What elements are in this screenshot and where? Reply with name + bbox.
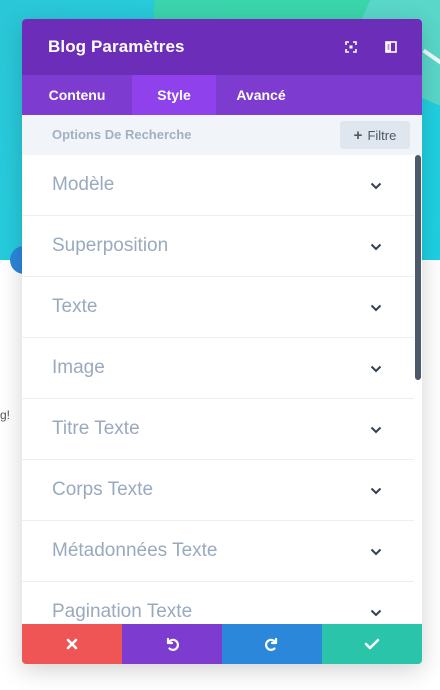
option-group-corps-texte[interactable]: Corps Texte xyxy=(22,460,414,521)
tab-style[interactable]: Style xyxy=(132,75,216,115)
chevron-down-icon xyxy=(370,243,382,251)
filter-button[interactable]: + Filtre xyxy=(340,121,410,149)
tab-avance[interactable]: Avancé xyxy=(216,75,306,115)
option-group-label: Modèle xyxy=(52,174,115,195)
page-text-fragment: g! xyxy=(0,408,11,422)
fullscreen-icon[interactable] xyxy=(338,34,364,60)
undo-button[interactable] xyxy=(122,624,222,664)
option-group-metadonnees-texte[interactable]: Métadonnées Texte xyxy=(22,521,414,582)
option-group-texte[interactable]: Texte xyxy=(22,277,414,338)
save-button[interactable] xyxy=(322,624,422,664)
sidebar-toggle-icon[interactable] xyxy=(378,34,404,60)
settings-modal: Blog Paramètres Contenu Style Avancé Opt… xyxy=(22,19,422,664)
option-group-label: Pagination Texte xyxy=(52,601,193,622)
search-options-bar: Options De Recherche + Filtre xyxy=(22,115,422,155)
chevron-down-icon xyxy=(370,548,382,556)
option-group-label: Image xyxy=(52,357,105,378)
modal-header: Blog Paramètres xyxy=(22,19,422,75)
option-group-label: Texte xyxy=(52,296,98,317)
option-group-superposition[interactable]: Superposition xyxy=(22,216,414,277)
tab-contenu[interactable]: Contenu xyxy=(22,75,132,115)
check-icon xyxy=(364,638,380,650)
chevron-down-icon xyxy=(370,426,382,434)
header-icons xyxy=(324,19,404,75)
redo-icon xyxy=(265,637,278,651)
close-icon xyxy=(66,638,78,650)
chevron-down-icon xyxy=(370,609,382,617)
option-group-pagination-texte[interactable]: Pagination Texte xyxy=(22,582,414,624)
search-options-input[interactable]: Options De Recherche xyxy=(52,115,191,155)
option-groups-list: Modèle Superposition Texte Image Titre T… xyxy=(22,155,414,624)
option-group-label: Titre Texte xyxy=(52,418,140,439)
scrollbar[interactable] xyxy=(415,155,421,380)
option-group-label: Métadonnées Texte xyxy=(52,540,218,561)
undo-icon xyxy=(166,637,179,651)
tab-bar: Contenu Style Avancé xyxy=(22,75,422,115)
chevron-down-icon xyxy=(370,487,382,495)
option-group-titre-texte[interactable]: Titre Texte xyxy=(22,399,414,460)
option-group-modele[interactable]: Modèle xyxy=(22,155,414,216)
redo-button[interactable] xyxy=(222,624,322,664)
filter-label: Filtre xyxy=(367,127,397,143)
chevron-down-icon xyxy=(370,182,382,190)
modal-title: Blog Paramètres xyxy=(48,37,185,56)
plus-icon: + xyxy=(353,126,363,144)
modal-footer xyxy=(22,624,422,664)
chevron-down-icon xyxy=(370,304,382,312)
cancel-button[interactable] xyxy=(22,624,122,664)
chevron-down-icon xyxy=(370,365,382,373)
option-group-label: Corps Texte xyxy=(52,479,154,500)
option-group-image[interactable]: Image xyxy=(22,338,414,399)
option-group-label: Superposition xyxy=(52,235,169,256)
